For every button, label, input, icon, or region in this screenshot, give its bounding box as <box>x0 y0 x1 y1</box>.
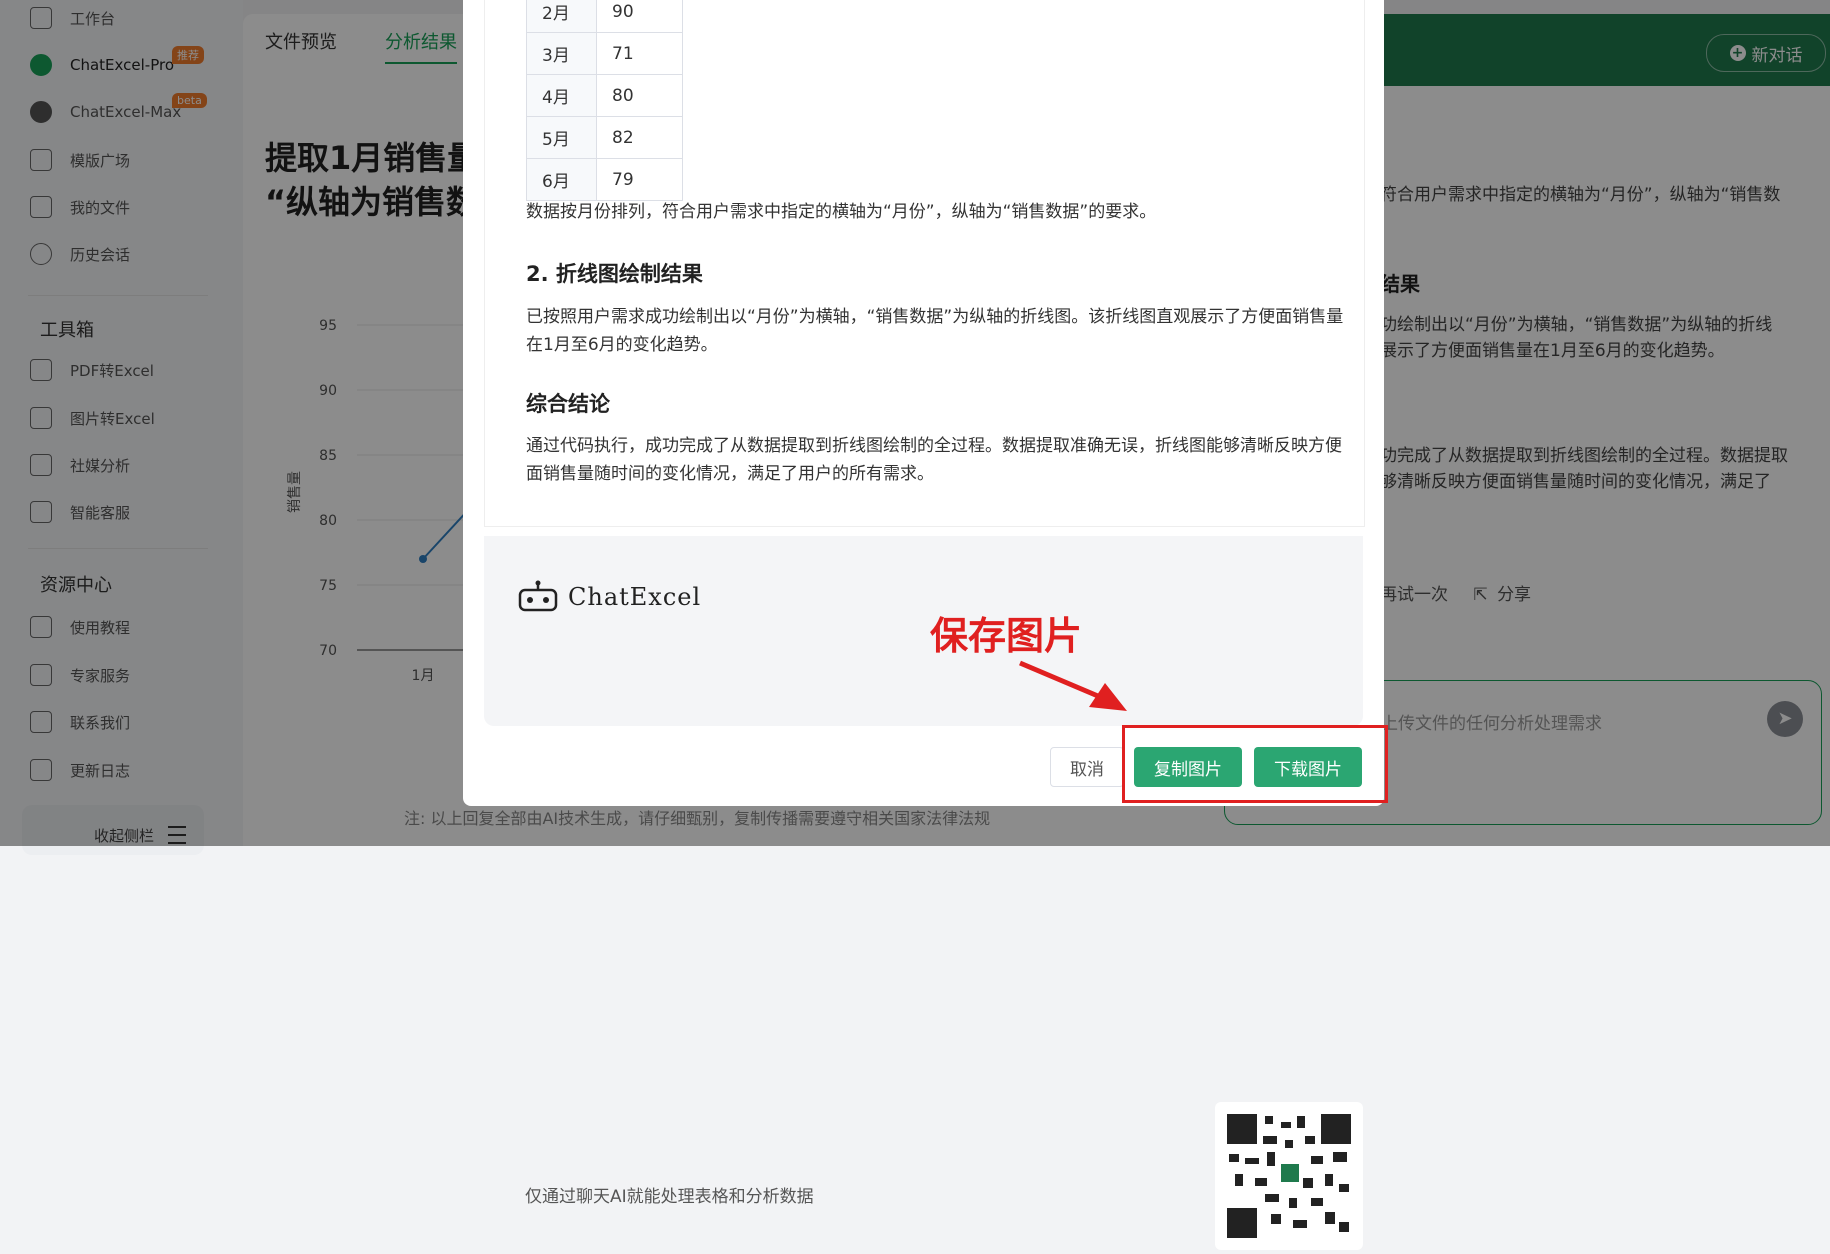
month-cell: 5月 <box>526 116 597 159</box>
table-row: 3月 71 <box>526 32 683 75</box>
value-cell: 71 <box>596 32 683 75</box>
value-cell: 90 <box>596 0 683 33</box>
modal-paragraph-1: 数据按月份排列，符合用户需求中指定的横轴为“月份”，纵轴为“销售数据”的要求。 <box>526 202 1157 222</box>
cancel-button[interactable]: 取消 <box>1050 747 1124 787</box>
table-row: 4月 80 <box>526 74 683 117</box>
qr-pattern <box>1225 1112 1353 1240</box>
arrow-icon <box>1019 660 1127 711</box>
month-cell: 3月 <box>526 32 597 75</box>
modal-preview: 2月 90 3月 71 4月 80 5月 82 6月 79 数据按月份排列，符合用户需求中… <box>484 0 1365 527</box>
save-image-annotation: 保存图片 <box>930 614 1083 658</box>
share-image-modal: 2月 90 3月 71 4月 80 5月 82 6月 79 数据按月份排列，符合用户需求中… <box>463 0 1384 1250</box>
value-cell: 82 <box>596 116 683 159</box>
value-cell: 80 <box>596 74 683 117</box>
modal-heading-2: 2. 折线图绘制结果 <box>526 262 703 286</box>
robot-icon <box>518 580 558 612</box>
modal-paragraph-2: 已按照用户需求成功绘制出以“月份”为横轴，“销售数据”为纵轴的折线图。该折线图直… <box>526 307 1344 355</box>
brand-name: ChatExcel <box>568 583 702 611</box>
brand-card: 仅通过聊天AI就能处理表格和分析数据 <box>484 536 1363 1250</box>
month-cell: 6月 <box>526 158 597 201</box>
modal-paragraph-3: 通过代码执行，成功完成了从数据提取到折线图绘制的全过程。数据提取准确无误，折线图… <box>526 436 1342 484</box>
value-cell: 79 <box>596 158 683 201</box>
table-row: 2月 90 <box>526 0 683 33</box>
data-table: 2月 90 3月 71 4月 80 5月 82 6月 79 <box>526 0 683 201</box>
brand-logo: ChatExcel <box>518 580 701 614</box>
brand-tagline: 仅通过聊天AI就能处理表格和分析数据 <box>525 1187 814 1207</box>
table-row: 6月 79 <box>526 158 683 201</box>
highlight-box <box>1122 725 1388 803</box>
modal-heading-3: 综合结论 <box>526 392 610 416</box>
table-row: 5月 82 <box>526 116 683 159</box>
month-cell: 4月 <box>526 74 597 117</box>
month-cell: 2月 <box>526 0 597 33</box>
qr-code <box>1215 1102 1363 1250</box>
